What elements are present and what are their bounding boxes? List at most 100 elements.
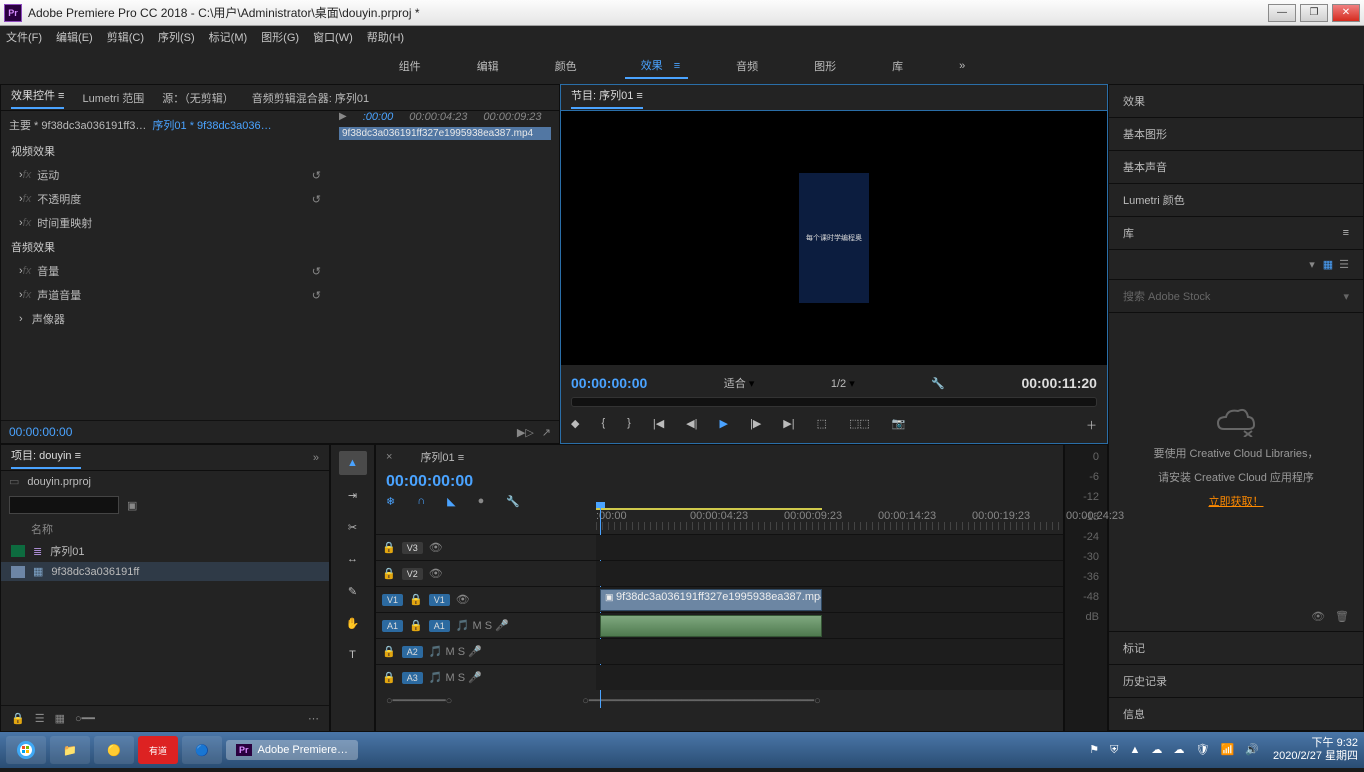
export-frame-icon[interactable]: 📷 [892, 417, 906, 433]
lib-get-link[interactable]: 立即获取！ [1209, 493, 1264, 509]
in-point-icon[interactable]: { [601, 417, 605, 433]
bin-item-clip[interactable]: ▦ 9f38dc3a036191ff [1, 562, 329, 581]
workspace-graphics[interactable]: 图形 [806, 54, 844, 78]
minimize-button[interactable]: — [1268, 4, 1296, 22]
stock-search[interactable]: 搜索 Adobe Stock [1123, 288, 1210, 304]
chrome-icon[interactable]: 🟡 [94, 736, 134, 764]
project-search[interactable] [9, 496, 119, 514]
marker-icon[interactable]: ◆ [571, 417, 579, 433]
panel-essential-sound[interactable]: 基本声音 [1109, 151, 1363, 184]
clip-audio[interactable] [600, 615, 822, 637]
menu-edit[interactable]: 编辑(E) [56, 29, 93, 45]
fx-time-remap[interactable]: › fx时间重映射 [1, 211, 331, 235]
wrench-icon[interactable]: 🔧 [506, 495, 520, 508]
tab-audio-mixer[interactable]: 音频剪辑混合器: 序列01 [252, 90, 369, 106]
maximize-button[interactable]: ❐ [1300, 4, 1328, 22]
lock-icon[interactable]: 🔒 [11, 712, 25, 725]
panel-markers[interactable]: 标记 [1109, 632, 1363, 665]
wrench-icon[interactable]: 🔧 [931, 377, 945, 390]
fx-panner[interactable]: › 声像器 [1, 307, 331, 331]
menu-sequence[interactable]: 序列(S) [158, 29, 195, 45]
panel-info[interactable]: 信息 [1109, 698, 1363, 731]
clock[interactable]: 下午 9:32 2020/2/27 星期四 [1273, 737, 1358, 763]
reset-icon[interactable]: ↺ [312, 265, 321, 278]
add-button-icon[interactable]: ＋ [1086, 417, 1097, 433]
fx-volume[interactable]: › fx音量↺ [1, 259, 331, 283]
quality-dropdown[interactable]: 1/2 [831, 378, 846, 390]
track-v3[interactable]: 🔒V3👁 [376, 534, 1063, 560]
panel-effects[interactable]: 效果 [1109, 85, 1363, 118]
track-v1[interactable]: V1🔒V1👁▣ 9f38dc3a036191ff327e1995938ea387… [376, 586, 1063, 612]
out-point-icon[interactable]: } [627, 417, 631, 433]
grid-view-icon[interactable]: ▦ [1323, 258, 1333, 271]
clip-video[interactable]: ▣ 9f38dc3a036191ff327e1995938ea387.mp4 [… [600, 589, 822, 611]
track-v2[interactable]: 🔒V2👁 [376, 560, 1063, 586]
fit-dropdown[interactable]: 适合 [724, 378, 746, 390]
step-back-icon[interactable]: ◀| [686, 417, 697, 433]
column-name[interactable]: 名称 [1, 518, 329, 540]
list-view-icon[interactable]: ☰ [1339, 258, 1349, 271]
step-fwd-icon[interactable]: |▶ [750, 417, 761, 433]
menu-file[interactable]: 文件(F) [6, 29, 42, 45]
workspace-more[interactable]: » [951, 56, 973, 76]
youdao-icon[interactable]: 有道 [138, 736, 178, 764]
track-a2[interactable]: 🔒A2🎵 M S 🎤 [376, 638, 1063, 664]
lift-icon[interactable]: ⬚ [817, 417, 827, 433]
menu-graphics[interactable]: 图形(G) [261, 29, 299, 45]
panel-history[interactable]: 历史记录 [1109, 665, 1363, 698]
selection-tool[interactable]: ▲ [339, 451, 367, 475]
slip-tool[interactable]: ↔ [339, 547, 367, 571]
menu-window[interactable]: 窗口(W) [313, 29, 353, 45]
bin-more-icon[interactable]: ⋯ [308, 712, 319, 725]
export-icon[interactable]: ↗ [542, 426, 551, 439]
panel-lumetri[interactable]: Lumetri 颜色 [1109, 184, 1363, 217]
panel-libraries[interactable]: 库≡ [1109, 217, 1363, 250]
program-current-tc[interactable]: 00:00:00:00 [571, 375, 647, 391]
timeline-tc[interactable]: 00:00:00:00 [376, 469, 1063, 495]
project-title[interactable]: 项目: douyin ≡ [11, 447, 81, 469]
fx-opacity[interactable]: › fx不透明度↺ [1, 187, 331, 211]
workspace-editing[interactable]: 编辑 [469, 54, 507, 78]
link-icon[interactable]: ∩ [417, 495, 425, 508]
trash-icon[interactable]: 🗑 [1335, 610, 1349, 623]
fx-channel-volume[interactable]: › fx声道音量↺ [1, 283, 331, 307]
menu-marker[interactable]: 标记(M) [209, 29, 248, 45]
tab-lumetri-scopes[interactable]: Lumetri 范围 [82, 90, 144, 106]
app-icon-1[interactable]: 🔵 [182, 736, 222, 764]
track-a1[interactable]: A1🔒A1🎵 M S 🎤 [376, 612, 1063, 638]
list-icon[interactable]: ☰ [35, 712, 45, 725]
workspace-library[interactable]: 库 [884, 54, 911, 78]
program-monitor[interactable]: 每个课时学编程奥 [561, 111, 1107, 365]
track-select-tool[interactable]: ⇥ [339, 483, 367, 507]
tag-icon[interactable]: ● [478, 495, 485, 508]
menu-help[interactable]: 帮助(H) [367, 29, 404, 45]
ripple-tool[interactable]: ✂ [339, 515, 367, 539]
close-button[interactable]: ✕ [1332, 4, 1360, 22]
reset-icon[interactable]: ↺ [312, 289, 321, 302]
reset-icon[interactable]: ↺ [312, 169, 321, 182]
loop-icon[interactable]: ▶▷ [517, 426, 534, 439]
play-button[interactable]: ▶ [720, 417, 728, 433]
audio-effects-header[interactable]: 音频效果 [11, 239, 55, 255]
workspace-color[interactable]: 颜色 [547, 54, 585, 78]
panel-essential-graphics[interactable]: 基本图形 [1109, 118, 1363, 151]
snap-icon[interactable]: ❄ [386, 495, 395, 508]
track-a3[interactable]: 🔒A3🎵 M S 🎤 [376, 664, 1063, 690]
timeline-seq-tab[interactable]: 序列01 ≡ [420, 449, 464, 465]
timeline-ruler[interactable]: :00:00 00:00:04:23 00:00:09:23 00:00:14:… [596, 508, 1063, 534]
clip-bar[interactable]: 9f38dc3a036191ff327e1995938ea387.mp4 [339, 127, 551, 140]
workspace-audio[interactable]: 音频 [728, 54, 766, 78]
find-icon[interactable]: ▣ [127, 499, 137, 512]
tray-icons[interactable]: ⚑ ⛨ ▲ ☁ ☁ 🛡 📶 🔊 [1089, 743, 1263, 757]
tab-effect-controls[interactable]: 效果控件 ≡ [11, 87, 64, 109]
start-button[interactable] [6, 736, 46, 764]
program-title[interactable]: 节目: 序列01 ≡ [571, 87, 643, 109]
sync-icon[interactable]: 👁 [1311, 610, 1325, 623]
extract-icon[interactable]: ⬚⬚ [849, 417, 870, 433]
marker-tool-icon[interactable]: ◣ [447, 495, 455, 508]
pen-tool[interactable]: ✎ [339, 579, 367, 603]
type-tool[interactable]: T [339, 643, 367, 667]
panel-overflow-icon[interactable]: » [313, 452, 319, 464]
menu-clip[interactable]: 剪辑(C) [107, 29, 144, 45]
task-premiere[interactable]: Pr Adobe Premiere… [226, 740, 358, 760]
